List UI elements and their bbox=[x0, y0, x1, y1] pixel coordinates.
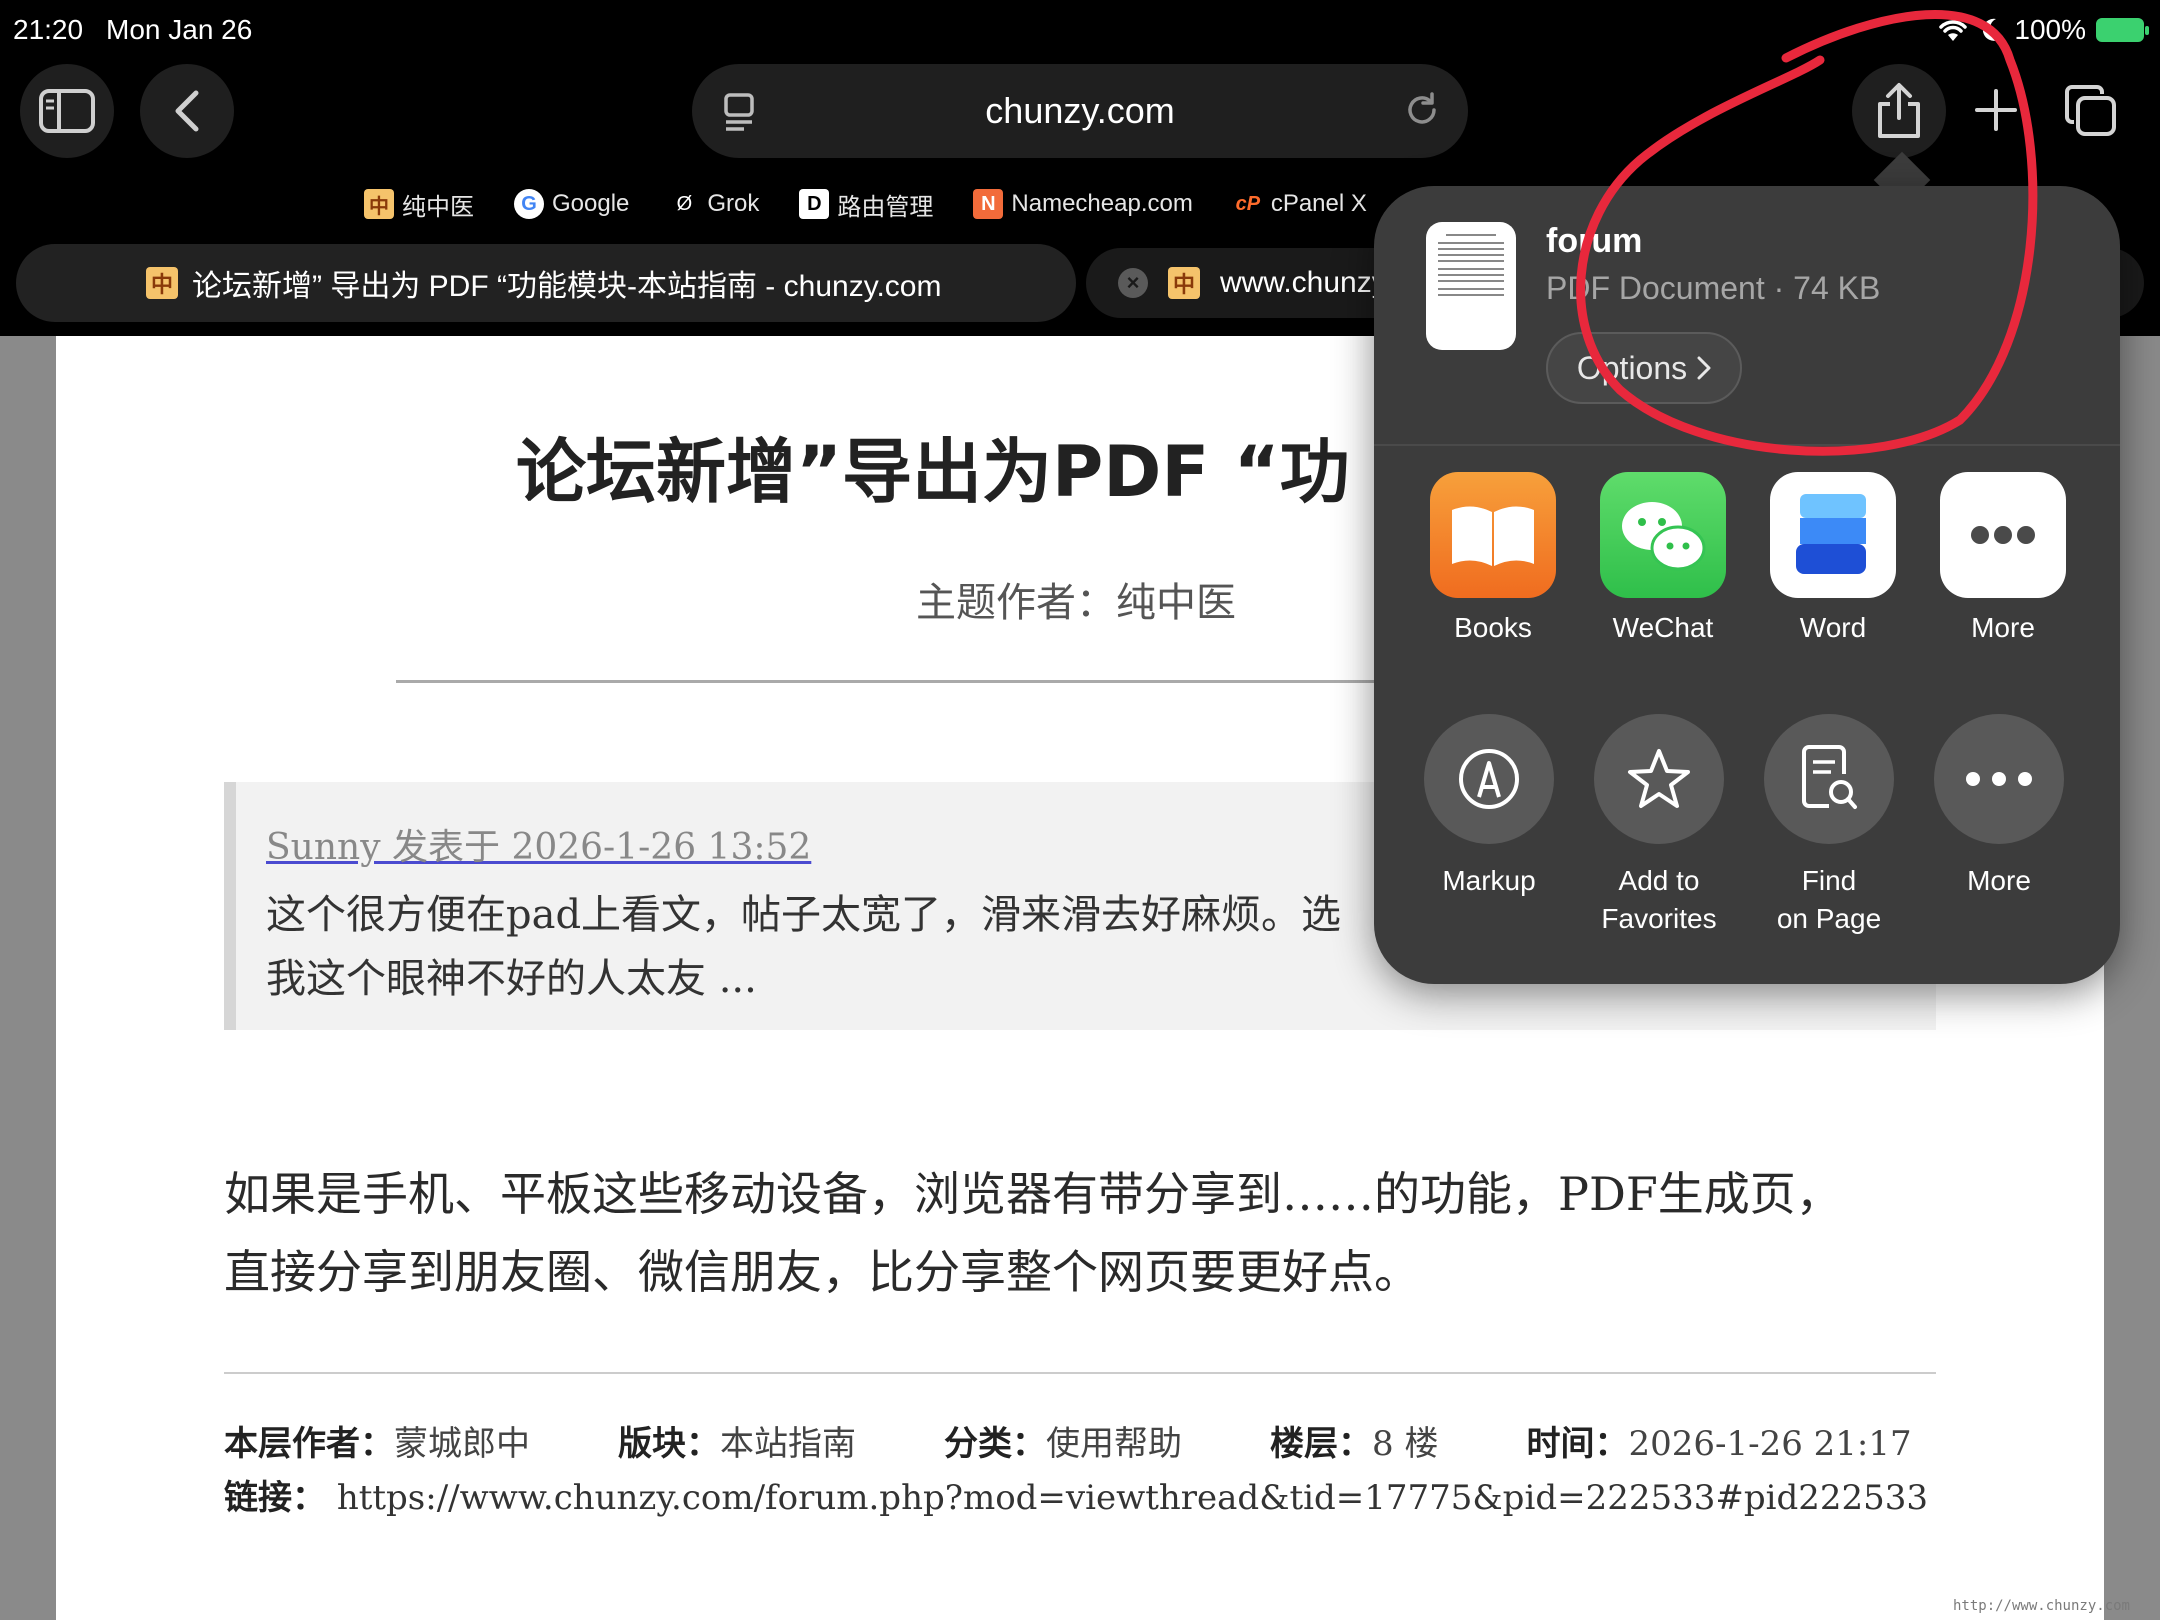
share-sheet: forum PDF Document · 74 KB Options Books… bbox=[1374, 186, 2120, 984]
meta-floor: 楼层：8 楼 bbox=[1270, 1424, 1439, 1464]
chunzy-favicon-icon: 中 bbox=[146, 267, 178, 299]
wifi-icon bbox=[1939, 20, 1968, 41]
post-link-row: 链接： https://www.chunzy.com/forum.php?mod… bbox=[224, 1470, 1928, 1519]
more-icon bbox=[1934, 714, 2064, 844]
bookmark-label: 路由管理 bbox=[837, 193, 934, 221]
namecheap-icon: N bbox=[973, 189, 1004, 219]
meta-author: 本层作者：蒙城郎中 bbox=[224, 1424, 530, 1464]
post-body-text: 如果是手机、平板这些移动设备，浏览器有带分享到……的功能，PDF生成页， bbox=[224, 1167, 1842, 1221]
battery-percent: 100% bbox=[2014, 14, 2086, 45]
reload-icon[interactable] bbox=[1402, 90, 1442, 135]
share-sheet-divider bbox=[1374, 444, 2120, 446]
share-app-label: Word bbox=[1799, 612, 1867, 643]
link-label: 链接： bbox=[224, 1478, 326, 1518]
quote-text: 我这个眼神不好的人太友 ... bbox=[266, 956, 757, 1002]
bookmark-google[interactable]: G Google bbox=[514, 189, 629, 219]
wechat-icon bbox=[1600, 472, 1726, 598]
share-app-label: Books bbox=[1454, 612, 1532, 643]
chevron-right-icon bbox=[1697, 356, 1711, 380]
tabs-overview-button[interactable] bbox=[2064, 84, 2118, 143]
bookmarks-bar: 中 纯中医 G Google Ø Grok D 路由管理 N Namecheap… bbox=[364, 184, 1367, 224]
footer-divider bbox=[224, 1372, 1936, 1374]
bookmark-cpanel[interactable]: cP cPanel X bbox=[1233, 189, 1367, 219]
chunzy-favicon-icon: 中 bbox=[1168, 267, 1200, 299]
bookmark-label: 纯中医 bbox=[402, 193, 474, 221]
url-text: chunzy.com bbox=[985, 90, 1175, 131]
share-app-word[interactable]: Word bbox=[1768, 472, 1898, 644]
bookmark-label: cPanel X bbox=[1270, 190, 1367, 217]
share-icon bbox=[1878, 83, 1920, 138]
action-find-on-page[interactable]: Find on Page bbox=[1754, 714, 1904, 938]
moon-icon bbox=[1983, 18, 2004, 41]
address-bar[interactable]: chunzy.com bbox=[692, 64, 1468, 158]
pdf-thumbnail bbox=[1426, 222, 1516, 350]
share-app-wechat[interactable]: WeChat bbox=[1598, 472, 1728, 644]
page-title: 论坛新增”导出为PDF “功 bbox=[516, 431, 1350, 513]
star-icon bbox=[1594, 714, 1724, 844]
tabs-icon bbox=[2065, 85, 2116, 136]
tab-active[interactable]: 中 论坛新增” 导出为 PDF “功能模块-本站指南 - chunzy.com bbox=[16, 244, 1076, 322]
post-meta-row: 本层作者：蒙城郎中 版块：本站指南 分类：使用帮助 楼层：8 楼 时间：2026… bbox=[224, 1416, 1912, 1465]
bookmark-label: Google bbox=[552, 190, 630, 217]
meta-board: 版块：本站指南 bbox=[618, 1424, 856, 1464]
share-app-label: WeChat bbox=[1612, 612, 1714, 643]
share-button[interactable] bbox=[1852, 64, 1946, 158]
grok-icon: Ø bbox=[676, 192, 693, 215]
post-body-text: 直接分享到朋友圈、微信朋友，比分享整个网页要更好点。 bbox=[224, 1245, 1420, 1299]
action-label: Markup bbox=[1442, 865, 1536, 896]
books-icon bbox=[1430, 472, 1556, 598]
action-label: Find on Page bbox=[1776, 865, 1882, 934]
router-icon: D bbox=[799, 189, 830, 219]
quote-meta-link[interactable]: Sunny 发表于 2026-1-26 13:52 bbox=[266, 818, 811, 870]
bookmark-label: Grok bbox=[707, 190, 760, 217]
back-button[interactable] bbox=[140, 64, 234, 158]
bookmark-chunzy[interactable]: 中 纯中医 bbox=[364, 187, 474, 222]
status-indicators: 100% bbox=[1936, 14, 2149, 46]
bookmark-grok[interactable]: Ø Grok bbox=[669, 189, 760, 219]
quote-text: 这个很方便在pad上看文，帖子太宽了，滑来滑去好麻烦。选 bbox=[266, 892, 1342, 938]
action-label: Add to Favorites bbox=[1601, 865, 1717, 934]
options-button[interactable]: Options bbox=[1546, 332, 1742, 404]
meta-time: 时间：2026-1-26 21:17 bbox=[1526, 1424, 1912, 1464]
meta-category: 分类：使用帮助 bbox=[944, 1424, 1182, 1464]
close-tab-icon[interactable]: × bbox=[1118, 268, 1148, 298]
chunzy-favicon-icon: 中 bbox=[364, 189, 394, 219]
sidebar-icon bbox=[39, 89, 95, 133]
thread-author: 主题作者：纯中医 bbox=[916, 580, 1236, 626]
battery-icon bbox=[2096, 18, 2149, 42]
bookmark-router[interactable]: D 路由管理 bbox=[799, 187, 933, 222]
share-app-more[interactable]: More bbox=[1938, 472, 2068, 644]
markup-icon bbox=[1424, 714, 1554, 844]
google-icon: G bbox=[514, 189, 544, 219]
post-link[interactable]: https://www.chunzy.com/forum.php?mod=vie… bbox=[337, 1478, 1928, 1518]
bookmark-namecheap[interactable]: N Namecheap.com bbox=[973, 189, 1193, 219]
action-more[interactable]: More bbox=[1924, 714, 2074, 900]
bookmark-label: Namecheap.com bbox=[1011, 190, 1193, 217]
share-app-books[interactable]: Books bbox=[1428, 472, 1558, 644]
document-name: forum bbox=[1546, 222, 1643, 260]
plus-icon bbox=[1975, 89, 2017, 131]
share-app-label: More bbox=[1971, 612, 2035, 643]
tab-title: www.chunzy bbox=[1220, 266, 1387, 299]
action-label: More bbox=[1967, 865, 2031, 896]
new-tab-button[interactable] bbox=[1974, 88, 2018, 137]
document-info: PDF Document · 74 KB bbox=[1546, 270, 1881, 306]
chevron-left-icon bbox=[175, 90, 199, 132]
find-on-page-icon bbox=[1764, 714, 1894, 844]
word-icon bbox=[1770, 472, 1896, 598]
action-add-to-favorites[interactable]: Add to Favorites bbox=[1584, 714, 1734, 938]
status-time: 21:20 bbox=[13, 14, 84, 45]
tab-title: 论坛新增” 导出为 PDF “功能模块-本站指南 - chunzy.com bbox=[192, 270, 942, 303]
watermark: http://www.chunzy.com bbox=[1952, 1598, 2130, 1614]
action-markup[interactable]: Markup bbox=[1414, 714, 1564, 900]
cpanel-icon: cP bbox=[1235, 192, 1261, 215]
status-date: Mon Jan 26 bbox=[106, 14, 253, 45]
options-label: Options bbox=[1576, 349, 1688, 386]
more-icon bbox=[1940, 472, 2066, 598]
sidebar-button[interactable] bbox=[20, 64, 114, 158]
